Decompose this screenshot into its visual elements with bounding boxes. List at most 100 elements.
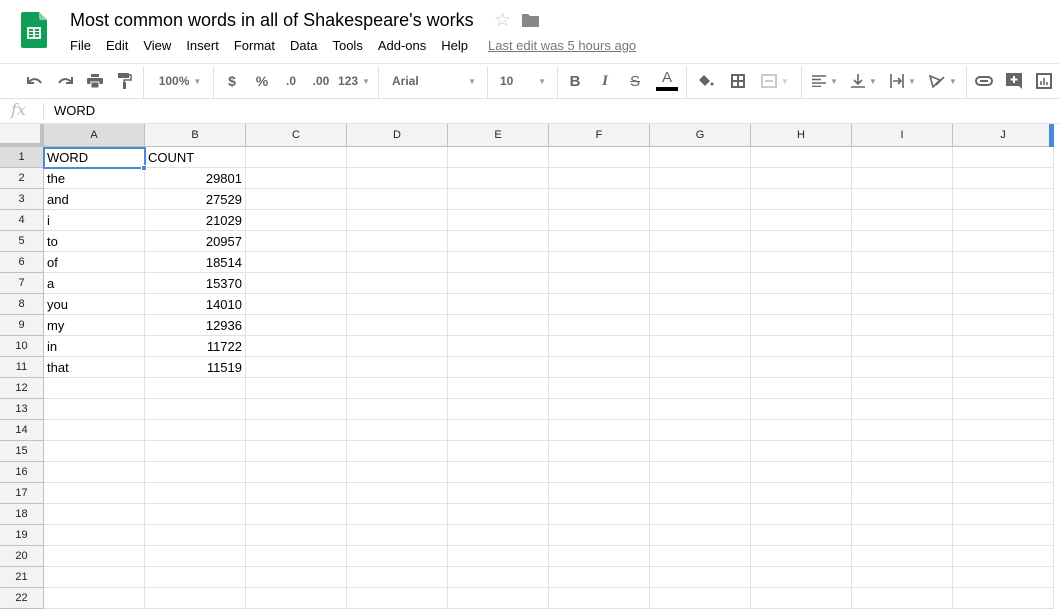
cell-h11[interactable]	[751, 357, 852, 378]
cell-g19[interactable]	[650, 525, 751, 546]
cell-d14[interactable]	[347, 420, 448, 441]
cell-e13[interactable]	[448, 399, 549, 420]
paint-format-button[interactable]	[112, 64, 138, 98]
bold-button[interactable]: B	[565, 64, 585, 98]
cell-c11[interactable]	[246, 357, 347, 378]
cell-b13[interactable]	[145, 399, 246, 420]
cell-b20[interactable]	[145, 546, 246, 567]
cell-g21[interactable]	[650, 567, 751, 588]
text-rotation-button[interactable]: ▼	[924, 64, 962, 98]
cell-g15[interactable]	[650, 441, 751, 462]
cell-b22[interactable]	[145, 588, 246, 609]
cell-c8[interactable]	[246, 294, 347, 315]
cell-i19[interactable]	[852, 525, 953, 546]
merge-cells-button[interactable]: ▼	[756, 64, 794, 98]
cell-j14[interactable]	[953, 420, 1054, 441]
cell-i13[interactable]	[852, 399, 953, 420]
column-header-f[interactable]: F	[549, 124, 650, 147]
more-formats-button[interactable]: 123 ▼	[338, 64, 370, 98]
row-header-14[interactable]: 14	[0, 420, 44, 441]
row-header-8[interactable]: 8	[0, 294, 44, 315]
cell-a5[interactable]: to	[44, 231, 145, 252]
column-header-c[interactable]: C	[246, 124, 347, 147]
cell-h1[interactable]	[751, 147, 852, 168]
cell-i16[interactable]	[852, 462, 953, 483]
insert-comment-button[interactable]	[1002, 64, 1026, 98]
cell-g4[interactable]	[650, 210, 751, 231]
cell-i15[interactable]	[852, 441, 953, 462]
cell-a3[interactable]: and	[44, 189, 145, 210]
cell-b9[interactable]: 12936	[145, 315, 246, 336]
cell-d15[interactable]	[347, 441, 448, 462]
cell-i7[interactable]	[852, 273, 953, 294]
column-header-b[interactable]: B	[145, 124, 246, 147]
insert-chart-button[interactable]	[1032, 64, 1056, 98]
cell-b5[interactable]: 20957	[145, 231, 246, 252]
cell-b8[interactable]: 14010	[145, 294, 246, 315]
cell-g10[interactable]	[650, 336, 751, 357]
fill-color-button[interactable]	[694, 64, 718, 98]
cell-f4[interactable]	[549, 210, 650, 231]
cell-f7[interactable]	[549, 273, 650, 294]
cell-e16[interactable]	[448, 462, 549, 483]
cell-g20[interactable]	[650, 546, 751, 567]
column-header-d[interactable]: D	[347, 124, 448, 147]
cell-e3[interactable]	[448, 189, 549, 210]
cell-j16[interactable]	[953, 462, 1054, 483]
cell-g13[interactable]	[650, 399, 751, 420]
row-header-11[interactable]: 11	[0, 357, 44, 378]
cell-a22[interactable]	[44, 588, 145, 609]
cell-b21[interactable]	[145, 567, 246, 588]
cell-f6[interactable]	[549, 252, 650, 273]
cell-b1[interactable]: COUNT	[145, 147, 246, 168]
print-button[interactable]	[82, 64, 108, 98]
cell-i2[interactable]	[852, 168, 953, 189]
cell-i1[interactable]	[852, 147, 953, 168]
cell-d12[interactable]	[347, 378, 448, 399]
cell-j15[interactable]	[953, 441, 1054, 462]
cell-g3[interactable]	[650, 189, 751, 210]
cell-i6[interactable]	[852, 252, 953, 273]
font-size-select[interactable]: 10 ▼	[492, 64, 554, 98]
cell-b11[interactable]: 11519	[145, 357, 246, 378]
cell-c1[interactable]	[246, 147, 347, 168]
cell-e20[interactable]	[448, 546, 549, 567]
cell-b7[interactable]: 15370	[145, 273, 246, 294]
column-header-j[interactable]: J	[953, 124, 1054, 147]
cell-a8[interactable]: you	[44, 294, 145, 315]
cell-a7[interactable]: a	[44, 273, 145, 294]
cell-i5[interactable]	[852, 231, 953, 252]
cell-a11[interactable]: that	[44, 357, 145, 378]
cell-g5[interactable]	[650, 231, 751, 252]
cell-f5[interactable]	[549, 231, 650, 252]
row-header-2[interactable]: 2	[0, 168, 44, 189]
cell-d1[interactable]	[347, 147, 448, 168]
cell-g11[interactable]	[650, 357, 751, 378]
cell-d7[interactable]	[347, 273, 448, 294]
redo-button[interactable]	[52, 64, 78, 98]
cell-h6[interactable]	[751, 252, 852, 273]
cell-j17[interactable]	[953, 483, 1054, 504]
cell-b19[interactable]	[145, 525, 246, 546]
cell-d9[interactable]	[347, 315, 448, 336]
cell-c13[interactable]	[246, 399, 347, 420]
cell-a15[interactable]	[44, 441, 145, 462]
row-header-21[interactable]: 21	[0, 567, 44, 588]
cell-g16[interactable]	[650, 462, 751, 483]
cell-a4[interactable]: i	[44, 210, 145, 231]
italic-button[interactable]: I	[595, 64, 615, 98]
cell-h2[interactable]	[751, 168, 852, 189]
menu-data[interactable]: Data	[290, 38, 317, 53]
cell-e19[interactable]	[448, 525, 549, 546]
cell-h4[interactable]	[751, 210, 852, 231]
menu-help[interactable]: Help	[441, 38, 468, 53]
row-header-17[interactable]: 17	[0, 483, 44, 504]
menu-view[interactable]: View	[143, 38, 171, 53]
cell-e8[interactable]	[448, 294, 549, 315]
cell-f3[interactable]	[549, 189, 650, 210]
cell-j9[interactable]	[953, 315, 1054, 336]
cell-f18[interactable]	[549, 504, 650, 525]
cell-h12[interactable]	[751, 378, 852, 399]
cell-h22[interactable]	[751, 588, 852, 609]
cell-f15[interactable]	[549, 441, 650, 462]
